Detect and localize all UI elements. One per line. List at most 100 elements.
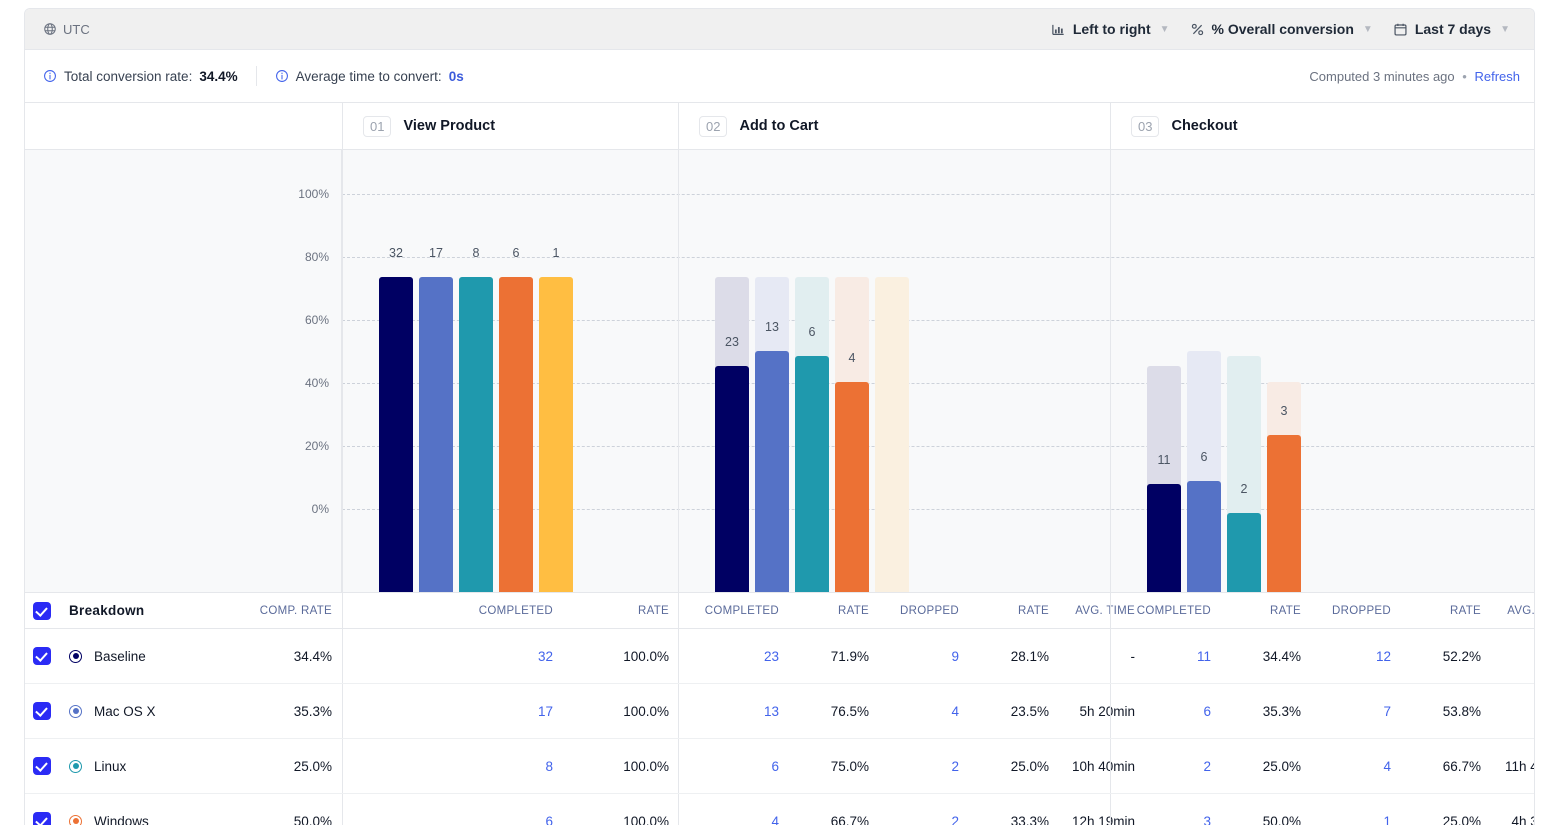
bar-column[interactable]: 6 — [1187, 277, 1221, 592]
row-step3-drop-rate: 53.8% — [1401, 684, 1491, 738]
bar[interactable] — [499, 277, 533, 592]
series-radio-dot[interactable] — [69, 815, 82, 825]
row-step2-completed[interactable]: 6 — [679, 739, 789, 793]
row-step1-completed[interactable]: 17 — [343, 684, 563, 738]
bar[interactable] — [1267, 435, 1301, 593]
average-time-value: 0s — [449, 69, 464, 84]
toolbar-controls: Left to right ▼ % Overall conversion ▼ — [1041, 17, 1520, 41]
bar-column[interactable]: 3 — [1267, 277, 1301, 592]
bar[interactable] — [379, 277, 413, 592]
row-step2-dropped[interactable]: 2 — [879, 739, 969, 793]
row-step1-completed[interactable]: 8 — [343, 739, 563, 793]
bar[interactable] — [795, 356, 829, 592]
row-step3-completed[interactable]: 3 — [1111, 794, 1221, 825]
series-radio-dot[interactable] — [69, 760, 82, 773]
row-step3-dropped[interactable]: 12 — [1311, 629, 1401, 683]
bar-column[interactable]: 23 — [715, 277, 749, 592]
row-step3-completed[interactable]: 6 — [1111, 684, 1221, 738]
series-radio-dot[interactable] — [69, 650, 82, 663]
step-name: Checkout — [1171, 118, 1237, 134]
row-step3-dropped[interactable]: 4 — [1311, 739, 1401, 793]
row-step1-group: 8100.0% — [342, 739, 678, 793]
bar[interactable] — [1147, 484, 1181, 592]
bar-column[interactable] — [875, 277, 909, 592]
chart-direction-dropdown[interactable]: Left to right ▼ — [1041, 17, 1180, 41]
table-body: Baseline34.4%32100.0%2371.9%928.1%-1134.… — [25, 629, 1534, 825]
row-step2-dropped[interactable]: 4 — [879, 684, 969, 738]
step-number: 03 — [1131, 116, 1159, 137]
bar-column[interactable] — [1307, 277, 1341, 592]
row-step1-completed[interactable]: 32 — [343, 629, 563, 683]
step-header-3[interactable]: 03 Checkout — [1110, 103, 1534, 149]
step2-drop-rate-header: RATE — [969, 593, 1059, 628]
row-step3-completed[interactable]: 11 — [1111, 629, 1221, 683]
bar-column[interactable]: 13 — [755, 277, 789, 592]
bar[interactable] — [715, 366, 749, 592]
row-step2-dropped[interactable]: 9 — [879, 629, 969, 683]
row-checkbox[interactable] — [33, 757, 51, 775]
row-step3-drop-rate: 52.2% — [1401, 629, 1491, 683]
row-step3-completed[interactable]: 2 — [1111, 739, 1221, 793]
row-step2-rate: 71.9% — [789, 629, 879, 683]
bar-column[interactable]: 6 — [795, 277, 829, 592]
metric-dropdown[interactable]: % Overall conversion ▼ — [1180, 17, 1383, 41]
row-step2-rate: 76.5% — [789, 684, 879, 738]
chart-step-2: 231364 — [678, 150, 1110, 592]
row-step1-completed[interactable]: 6 — [343, 794, 563, 825]
row-step2-completed[interactable]: 13 — [679, 684, 789, 738]
bar-column[interactable]: 11 — [1147, 277, 1181, 592]
row-step2-dropped[interactable]: 2 — [879, 794, 969, 825]
row-checkbox[interactable] — [33, 647, 51, 665]
funnel-step-headers: 01 View Product 02 Add to Cart 03 Checko… — [25, 103, 1534, 150]
table-row[interactable]: Linux25.0%8100.0%675.0%225.0%10h 40min22… — [25, 739, 1534, 794]
refresh-button[interactable]: Refresh — [1474, 69, 1520, 84]
table-row[interactable]: Baseline34.4%32100.0%2371.9%928.1%-1134.… — [25, 629, 1534, 684]
series-radio-dot[interactable] — [69, 705, 82, 718]
step-header-spacer — [25, 103, 342, 149]
row-step2-completed[interactable]: 4 — [679, 794, 789, 825]
row-label-cell: Linux — [59, 739, 232, 793]
total-conversion-stat: Total conversion rate: 34.4% — [43, 69, 238, 84]
breakdown-header: Breakdown — [59, 593, 232, 628]
bar-value-label: 4 — [835, 351, 869, 365]
info-icon[interactable] — [275, 69, 289, 83]
date-range-dropdown[interactable]: Last 7 days ▼ — [1383, 17, 1520, 41]
series-label: Baseline — [94, 649, 146, 664]
y-axis-tick: 0% — [312, 502, 329, 516]
row-step2-group: 466.7%233.3%12h 19min — [678, 794, 1110, 825]
bar[interactable] — [539, 277, 573, 592]
bar[interactable] — [755, 351, 789, 592]
step-number: 01 — [363, 116, 391, 137]
bar[interactable] — [835, 382, 869, 592]
breakdown-table: Breakdown COMP. RATE COMPLETED RATE COMP… — [25, 593, 1534, 825]
bar-column[interactable]: 32 — [379, 277, 413, 592]
bar-column[interactable]: 1 — [539, 277, 573, 592]
row-checkbox[interactable] — [33, 812, 51, 825]
comp-rate-header: COMP. RATE — [232, 593, 342, 628]
row-step3-dropped[interactable]: 7 — [1311, 684, 1401, 738]
step-header-2[interactable]: 02 Add to Cart — [678, 103, 1110, 149]
bar-column[interactable]: 2 — [1227, 277, 1261, 592]
row-step3-dropped[interactable]: 1 — [1311, 794, 1401, 825]
step-header-1[interactable]: 01 View Product — [342, 103, 678, 149]
bar-column[interactable]: 8 — [459, 277, 493, 592]
table-row[interactable]: Windows50.0%6100.0%466.7%233.3%12h 19min… — [25, 794, 1534, 825]
series-label: Windows — [94, 814, 149, 825]
row-checkbox[interactable] — [33, 702, 51, 720]
y-axis-tick: 80% — [305, 250, 329, 264]
bar[interactable] — [419, 277, 453, 592]
row-step2-drop-rate: 33.3% — [969, 794, 1059, 825]
bar[interactable] — [1187, 481, 1221, 592]
bar-column[interactable]: 4 — [835, 277, 869, 592]
row-step2-completed[interactable]: 23 — [679, 629, 789, 683]
bar-column[interactable]: 17 — [419, 277, 453, 592]
average-time-label: Average time to convert: — [296, 69, 442, 84]
bar-column[interactable]: 6 — [499, 277, 533, 592]
step3-rate-header: RATE — [1221, 593, 1311, 628]
bar[interactable] — [459, 277, 493, 592]
bar-value-label: 6 — [1187, 450, 1221, 464]
info-icon[interactable] — [43, 69, 57, 83]
bar[interactable] — [1227, 513, 1261, 592]
select-all-checkbox[interactable] — [33, 602, 51, 620]
table-row[interactable]: Mac OS X35.3%17100.0%1376.5%423.5%5h 20m… — [25, 684, 1534, 739]
